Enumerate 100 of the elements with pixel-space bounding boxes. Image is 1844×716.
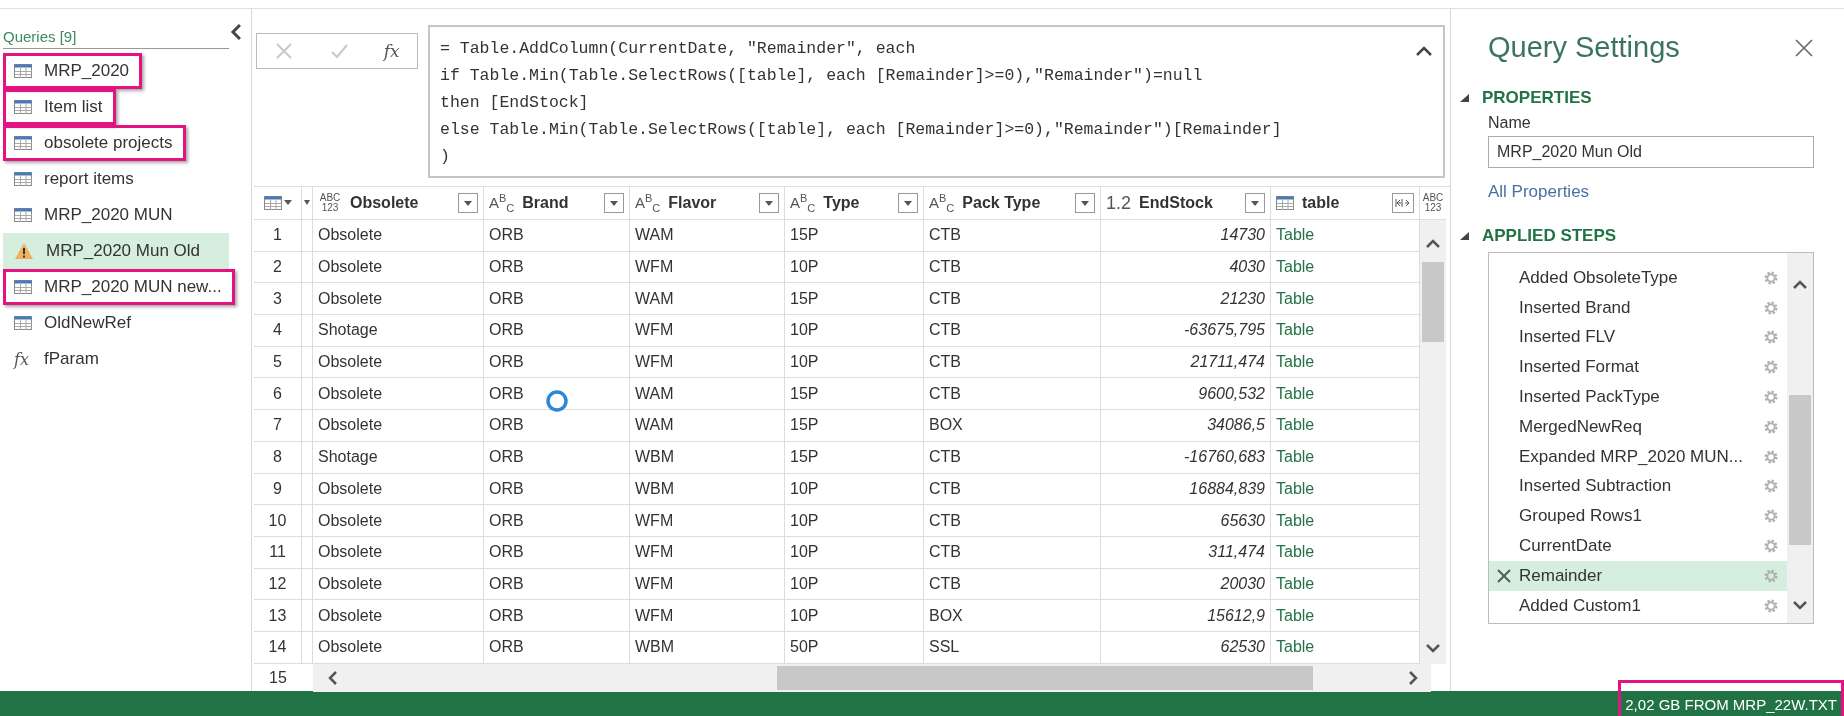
column-header[interactable]: 1.2 EndStock	[1101, 187, 1271, 220]
table-cell: Obsolete	[313, 283, 484, 316]
type-icon[interactable]: ABC 123	[1421, 193, 1445, 213]
query-item[interactable]: Item list	[3, 89, 116, 125]
query-item[interactable]: MRP_2020	[3, 53, 143, 89]
table-cell: CTB	[924, 568, 1101, 601]
table-cell: 16884,839	[1101, 473, 1271, 506]
query-item[interactable]: MRP_2020 MUN	[3, 197, 186, 233]
step-item[interactable]: CurrentDate	[1489, 531, 1787, 561]
function-icon: fx	[14, 349, 32, 369]
collapse-icon[interactable]	[1458, 231, 1470, 241]
table-cell: 15612,9	[1101, 600, 1271, 632]
step-item[interactable]: MergedNewReq	[1489, 412, 1787, 442]
expand-icon[interactable]	[1392, 193, 1414, 213]
column-header[interactable]: A$^{B}$$_{C}$ Flavor	[630, 187, 785, 220]
step-item[interactable]: Added Custom1	[1489, 590, 1787, 621]
table-cell: Obsolete	[313, 473, 484, 506]
dropdown-button[interactable]	[458, 193, 478, 213]
step-item[interactable]: Remainder	[1489, 560, 1787, 591]
table-cell: WAM	[630, 220, 785, 252]
query-item[interactable]: MRP_2020 MUN new...	[3, 269, 235, 305]
link[interactable]: All Properties	[1488, 182, 1590, 202]
table-cell: CTB	[924, 505, 1101, 537]
table-icon	[14, 100, 32, 114]
scrollbar[interactable]	[1787, 253, 1813, 623]
scroll-up-icon[interactable]	[1425, 238, 1441, 248]
row-number: 15	[268, 667, 288, 688]
collapse-icon[interactable]	[229, 23, 243, 41]
dropdown-button[interactable]	[1075, 193, 1095, 213]
table-cell: ORB	[484, 220, 630, 252]
dropdown-button[interactable]	[898, 193, 918, 213]
query-item[interactable]: MRP_2020 Mun Old	[3, 233, 229, 269]
step-item[interactable]: Inserted Format	[1489, 352, 1787, 383]
step-item[interactable]: Added ObsoleteType	[1489, 263, 1787, 293]
dropdown-button[interactable]	[759, 193, 779, 213]
table-cell: ORB	[484, 473, 630, 506]
step-item[interactable]: Inserted FLV	[1489, 322, 1787, 353]
step-item[interactable]: Inserted PackType	[1489, 382, 1787, 412]
table-cell	[302, 505, 313, 537]
table-icon	[14, 280, 32, 294]
insert-function-button[interactable]: fx	[383, 41, 400, 61]
column-header[interactable]: A$^{B}$$_{C}$ Type	[785, 187, 924, 220]
step-item[interactable]: Inserted Brand	[1489, 292, 1787, 323]
query-item[interactable]: fx fParam	[3, 341, 112, 377]
row-number: 12	[254, 568, 302, 601]
scrollbar[interactable]	[313, 663, 1431, 692]
table-cell: Shotage	[313, 441, 484, 474]
close-icon[interactable]	[1794, 37, 1814, 58]
scrollbar-thumb[interactable]	[1789, 395, 1811, 545]
scrollbar-thumb[interactable]	[1422, 262, 1444, 342]
step-item[interactable]: Inserted Subtraction	[1489, 471, 1787, 502]
table-icon[interactable]	[263, 196, 282, 210]
row-number: 6	[254, 378, 302, 411]
scroll-up-icon[interactable]	[1792, 279, 1808, 289]
column-header[interactable]: table	[1271, 187, 1420, 220]
caret-icon[interactable]	[283, 200, 292, 206]
row-number: 5	[254, 346, 302, 379]
table-icon	[14, 316, 32, 330]
table-cell	[302, 568, 313, 601]
table-cell: WFM	[630, 315, 785, 347]
table-cell	[302, 631, 313, 664]
table-cell: ORB	[484, 631, 630, 664]
collapse-icon[interactable]	[1415, 45, 1433, 57]
query-item[interactable]: OldNewRef	[3, 305, 144, 341]
row-number: 14	[254, 631, 302, 664]
column-header[interactable]: A$^{B}$$_{C}$ Brand	[484, 187, 630, 220]
scrollbar[interactable]	[1420, 220, 1446, 664]
table-cell: Obsolete	[313, 220, 484, 252]
type-icon[interactable]: 1.2	[1106, 192, 1132, 214]
table-cell: 10P	[785, 251, 924, 284]
scroll-left-icon[interactable]	[327, 669, 337, 686]
table-cell: CTB	[924, 220, 1101, 252]
scroll-down-icon[interactable]	[1425, 643, 1441, 654]
table-cell: 15P	[785, 410, 924, 442]
column-header[interactable]: A$^{B}$$_{C}$ Pack Type	[924, 187, 1101, 220]
table-cell: 15P	[785, 378, 924, 411]
table-cell: CTB	[924, 315, 1101, 347]
table-cell: ORB	[484, 346, 630, 379]
step-item[interactable]: Expanded MRP_2020 MUN...	[1489, 441, 1787, 472]
row-number: 8	[254, 441, 302, 474]
dropdown-button[interactable]	[604, 193, 624, 213]
table-cell: ORB	[484, 315, 630, 347]
row-number: 4	[254, 315, 302, 347]
type-icon[interactable]: ABC 123	[318, 193, 342, 213]
dropdown-button[interactable]	[1245, 193, 1265, 213]
step-item[interactable]: Grouped Rows1	[1489, 501, 1787, 532]
scrollbar-thumb[interactable]	[777, 665, 1313, 690]
name-field[interactable]: MRP_2020 Mun Old	[1488, 136, 1814, 168]
table-cell: Obsolete	[313, 505, 484, 537]
scroll-right-icon[interactable]	[1409, 669, 1419, 686]
table-cell	[302, 410, 313, 442]
collapse-icon[interactable]	[1458, 93, 1470, 103]
delete-icon[interactable]	[1497, 568, 1511, 583]
table-cell: 9600,532	[1101, 378, 1271, 411]
query-item[interactable]: obsolete projects	[3, 125, 186, 161]
query-item[interactable]: report items	[3, 161, 147, 197]
table-cell: CTB	[924, 473, 1101, 506]
scroll-down-icon[interactable]	[1792, 601, 1808, 611]
table-cell: 14730	[1101, 220, 1271, 252]
panel-title: Queries [9]	[3, 28, 230, 49]
